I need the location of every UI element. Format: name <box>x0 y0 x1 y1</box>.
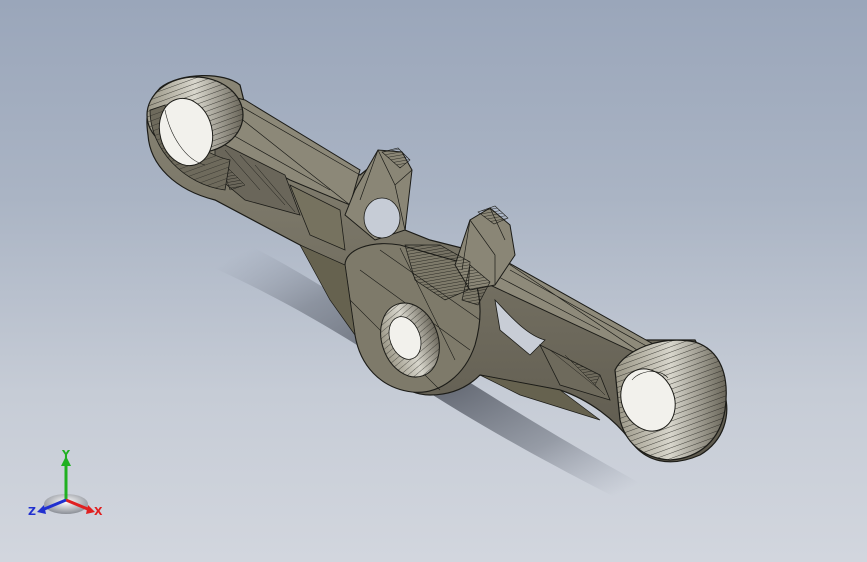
right-fork-ring <box>614 339 727 461</box>
z-axis-label: Z <box>28 505 36 518</box>
x-axis-label: X <box>94 505 103 518</box>
3d-model-view[interactable] <box>0 0 867 562</box>
view-orientation-triad[interactable]: Y X Z <box>28 448 104 520</box>
y-axis-label: Y <box>61 448 71 461</box>
graphics-viewport[interactable]: Y X Z <box>0 0 867 562</box>
